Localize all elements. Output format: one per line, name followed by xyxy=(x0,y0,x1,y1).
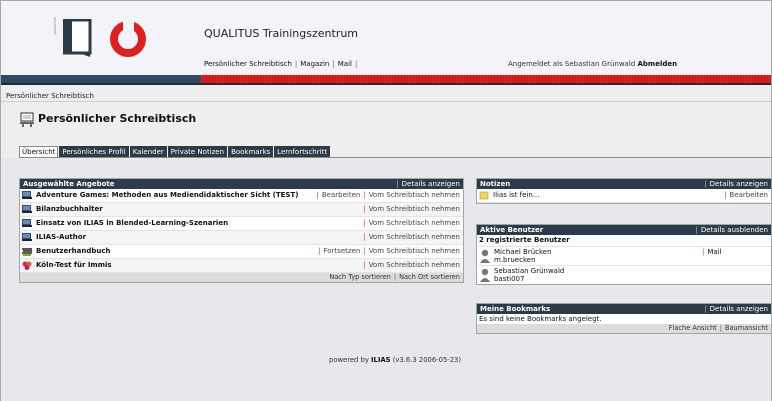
list-item: Ilias ist fein... | Bearbeiten xyxy=(477,189,771,203)
offers-footer: Nach Typ sortieren | Nach Ort sortieren xyxy=(20,273,463,282)
offer-link[interactable]: Adventure Games: Methoden aus Mediendida… xyxy=(36,189,298,202)
remove-link[interactable]: Vom Schreibtisch nehmen xyxy=(369,261,460,269)
offers-panel: Ausgewählte Angebote Details anzeigen Ad… xyxy=(19,178,464,283)
bookmarks-footer: Flache Ansicht | Baumansicht xyxy=(477,324,771,333)
top-navigation: Persönlicher Schreibtisch | Magazin | Mail | xyxy=(204,60,358,68)
ilias-link[interactable]: ILIAS xyxy=(371,356,391,364)
edit-note-link[interactable]: Bearbeiten xyxy=(730,191,768,199)
remove-link[interactable]: Vom Schreibtisch nehmen xyxy=(369,233,460,241)
sort-by-location-link[interactable]: Nach Ort sortieren xyxy=(399,273,460,281)
course-icon xyxy=(22,205,32,213)
offer-link[interactable]: Benutzerhandbuch xyxy=(36,245,111,258)
list-item: ILIAS-Author | Vom Schreibtisch nehmen xyxy=(20,231,463,245)
list-item: Michael Brücken m.bruecken | Mail xyxy=(477,247,771,266)
sort-by-type-link[interactable]: Nach Typ sortieren xyxy=(329,273,391,281)
login-status: Angemeldet als Sebastian Grünwald Abmeld… xyxy=(508,60,677,68)
remove-link[interactable]: Vom Schreibtisch nehmen xyxy=(369,247,460,255)
user-count: 2 registrierte Benutzer xyxy=(477,235,771,247)
offer-link[interactable]: Köln-Test für Immis xyxy=(36,259,112,272)
notes-title: Notizen xyxy=(480,180,511,188)
list-item: Adventure Games: Methoden aus Mediendida… xyxy=(20,189,463,203)
bookmarks-empty-text: Es sind keine Bookmarks angelegt. xyxy=(479,315,602,323)
offer-link[interactable]: Einsatz von ILIAS in Blended-Learning-Sz… xyxy=(36,217,228,230)
site-title: QUALITUS Trainingszentrum xyxy=(204,27,359,40)
list-item: Einsatz von ILIAS in Blended-Learning-Sz… xyxy=(20,217,463,231)
decorative-bar xyxy=(1,75,771,85)
books-icon xyxy=(22,248,32,256)
remove-link[interactable]: Vom Schreibtisch nehmen xyxy=(369,219,460,227)
notes-details-link[interactable]: Details anzeigen xyxy=(704,179,768,189)
bookmarks-details-link[interactable]: Details anzeigen xyxy=(704,304,768,314)
powered-by: powered by ILIAS (v3.6.3 2006-05-23) xyxy=(329,356,461,364)
breadcrumb[interactable]: Persönlicher Schreibtisch xyxy=(6,92,94,100)
bookmarks-title: Meine Bookmarks xyxy=(480,305,551,313)
header: QUALITUS QUALITUS Trainingszentrum Persö… xyxy=(1,1,771,75)
tree-view-link[interactable]: Baumansicht xyxy=(725,324,768,332)
offer-link[interactable]: Bilanzbuchhalter xyxy=(36,203,103,216)
qualitus-book-logo xyxy=(63,19,92,57)
bookmarks-panel: Meine Bookmarks Details anzeigen Es sind… xyxy=(476,303,772,334)
powered-prefix: powered by xyxy=(329,356,369,364)
mail-user-link[interactable]: Mail xyxy=(707,248,721,256)
user-login: basti007 xyxy=(494,275,525,283)
user-login: m.bruecken xyxy=(494,256,536,264)
note-link[interactable]: Ilias ist fein... xyxy=(493,189,540,202)
course-icon xyxy=(22,219,32,227)
nav-mail-link[interactable]: Mail xyxy=(338,60,352,68)
active-users-panel: Aktive Benutzer Details ausblenden 2 reg… xyxy=(476,224,772,285)
user-avatar-icon xyxy=(480,249,490,263)
list-item: Sebastian Grünwald basti007 xyxy=(477,266,771,284)
version-text: (v3.6.3 2006-05-23) xyxy=(392,356,462,364)
users-title: Aktive Benutzer xyxy=(480,226,544,234)
offer-link[interactable]: ILIAS-Author xyxy=(36,231,86,244)
flat-view-link[interactable]: Flache Ansicht xyxy=(669,324,717,332)
offers-title: Ausgewählte Angebote xyxy=(23,180,115,188)
list-item: Köln-Test für Immis | Vom Schreibtisch ne… xyxy=(20,259,463,273)
list-item: Bilanzbuchhalter | Vom Schreibtisch nehme… xyxy=(20,203,463,217)
qualitus-ring-logo xyxy=(110,20,146,57)
logo-text: QUALITUS xyxy=(53,17,57,35)
list-item: Benutzerhandbuch | Fortsetzen | Vom Schreib… xyxy=(20,245,463,259)
nav-desktop-link[interactable]: Persönlicher Schreibtisch xyxy=(204,60,292,68)
course-icon xyxy=(22,191,32,199)
edit-link[interactable]: Bearbeiten xyxy=(322,191,360,199)
notes-panel: Notizen Details anzeigen Ilias ist fein.… xyxy=(476,178,772,204)
continue-link[interactable]: Fortsetzen xyxy=(324,247,361,255)
note-icon xyxy=(479,191,489,200)
desktop-icon xyxy=(20,112,34,127)
test-icon xyxy=(22,261,32,270)
users-details-link[interactable]: Details ausblenden xyxy=(695,225,768,235)
remove-link[interactable]: Vom Schreibtisch nehmen xyxy=(369,205,460,213)
user-name[interactable]: Michael Brücken xyxy=(494,248,552,256)
remove-link[interactable]: Vom Schreibtisch nehmen xyxy=(369,191,460,199)
login-text: Angemeldet als Sebastian Grünwald xyxy=(508,60,636,68)
logout-link[interactable]: Abmelden xyxy=(637,60,677,68)
user-avatar-icon xyxy=(480,268,490,282)
offers-details-link[interactable]: Details anzeigen xyxy=(396,179,460,189)
nav-magazin-link[interactable]: Magazin xyxy=(300,60,329,68)
user-name[interactable]: Sebastian Grünwald xyxy=(494,267,564,275)
page-title: Persönlicher Schreibtisch xyxy=(38,112,197,125)
course-icon xyxy=(22,233,32,241)
